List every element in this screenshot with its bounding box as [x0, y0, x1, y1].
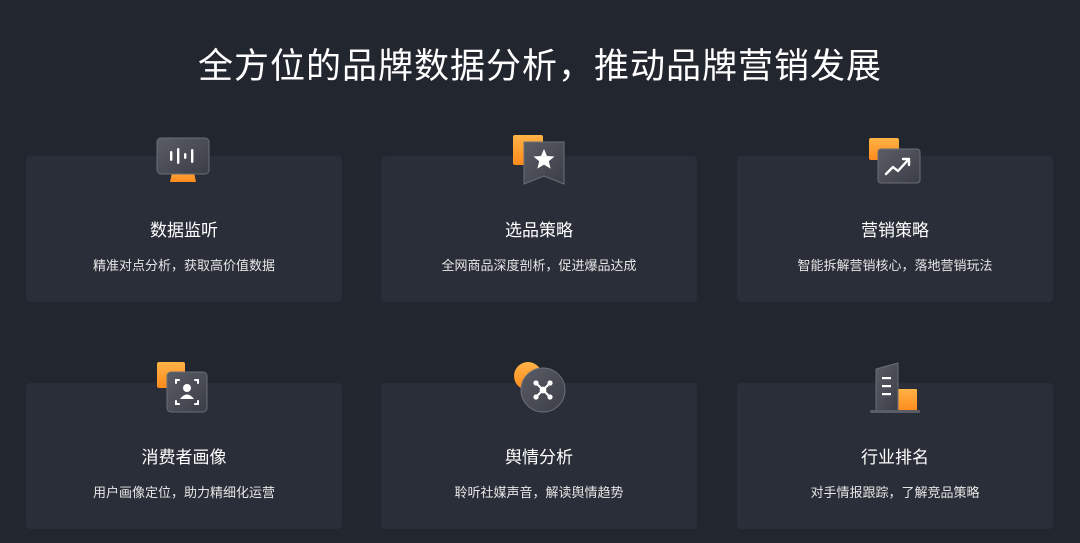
network-nodes-icon: [508, 359, 572, 415]
feature-title: 舆情分析: [505, 448, 573, 468]
feature-description: 全网商品深度剖析，促进爆品达成: [441, 259, 637, 274]
monitor-waveform-icon: [151, 132, 215, 188]
feature-title: 选品策略: [505, 221, 573, 241]
feature-description: 用户画像定位，助力精细化运营: [92, 486, 275, 501]
feature-grid: 数据监听 精准对点分析，获取高价值数据 选品策略 全网商品深度剖析，促进爆品达成: [0, 0, 1080, 543]
feature-title: 消费者画像: [141, 448, 227, 468]
building-ranking-icon: [864, 359, 928, 415]
feature-title: 营销策略: [861, 221, 929, 241]
feature-description: 聆听社媒声音，解读舆情趋势: [454, 486, 624, 501]
feature-description: 对手情报跟踪，了解竞品策略: [810, 486, 980, 501]
feature-title: 行业排名: [861, 448, 929, 468]
feature-title: 数据监听: [150, 221, 218, 241]
trend-chart-icon: [864, 134, 928, 190]
feature-description: 精准对点分析，获取高价值数据: [92, 259, 275, 274]
feature-description: 智能拆解营销核心，落地营销玩法: [797, 259, 993, 274]
star-bookmark-icon: [508, 132, 572, 188]
user-scan-icon: [151, 359, 215, 415]
